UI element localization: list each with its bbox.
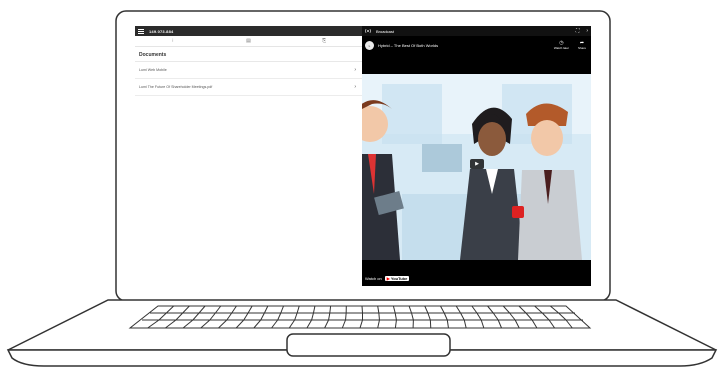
tab-info[interactable]: ⁝	[158, 38, 188, 44]
menu-icon[interactable]	[138, 28, 144, 34]
trackpad	[286, 333, 451, 357]
app-topbar: 149.073.884	[135, 26, 362, 36]
broadcast-icon	[365, 28, 371, 34]
watch-later-button[interactable]: ◷ Watch later	[554, 40, 569, 50]
chevron-right-icon: ›	[354, 84, 356, 90]
tab-documents[interactable]: ⎘	[309, 38, 339, 44]
meeting-app-panel: 149.073.884 ⁝ ▤ ⎘ Documents Lumi Web Mob…	[135, 26, 363, 286]
youtube-label: YouTube	[390, 276, 408, 281]
documents-heading: Documents	[135, 47, 362, 62]
document-label: Lumi The Future Of Shareholder Meetings.…	[139, 85, 213, 89]
broadcast-title: Broadcast	[376, 28, 395, 34]
youtube-logo: ▶ YouTube	[384, 276, 410, 281]
chevron-right-icon: ›	[354, 67, 356, 73]
broadcast-bar: Broadcast ⛶ ›	[362, 26, 591, 36]
app-tab-bar: ⁝ ▤ ⎘	[135, 36, 362, 47]
video-player[interactable]: L Hybrid – The Best Of Both Worlds ◷ Wat…	[362, 36, 591, 286]
chevron-right-icon[interactable]: ›	[586, 28, 588, 34]
share-label: Share	[577, 46, 586, 50]
broadcast-panel: Broadcast ⛶ › L Hybrid – The Best Of Bot…	[362, 26, 591, 286]
play-icon[interactable]: ▶	[470, 159, 484, 169]
document-item[interactable]: Lumi The Future Of Shareholder Meetings.…	[135, 79, 362, 96]
video-title[interactable]: Hybrid – The Best Of Both Worlds	[378, 43, 438, 48]
video-header: L Hybrid – The Best Of Both Worlds	[365, 41, 438, 50]
laptop-screen: 149.073.884 ⁝ ▤ ⎘ Documents Lumi Web Mob…	[135, 26, 591, 286]
meeting-id: 149.073.884	[149, 28, 174, 34]
video-actions: ◷ Watch later ➦ Share	[554, 40, 586, 50]
tab-messages[interactable]: ▤	[233, 38, 263, 44]
watch-later-label: Watch later	[553, 46, 569, 50]
fullscreen-icon[interactable]: ⛶	[576, 28, 580, 34]
watch-on-label: Watch on	[365, 276, 382, 281]
document-label: Lumi Web Mobile	[139, 68, 167, 72]
share-button[interactable]: ➦ Share	[578, 40, 586, 50]
document-item[interactable]: Lumi Web Mobile ›	[135, 62, 362, 79]
channel-avatar[interactable]: L	[365, 41, 374, 50]
watch-on-youtube-link[interactable]: Watch on ▶ YouTube	[365, 276, 410, 281]
